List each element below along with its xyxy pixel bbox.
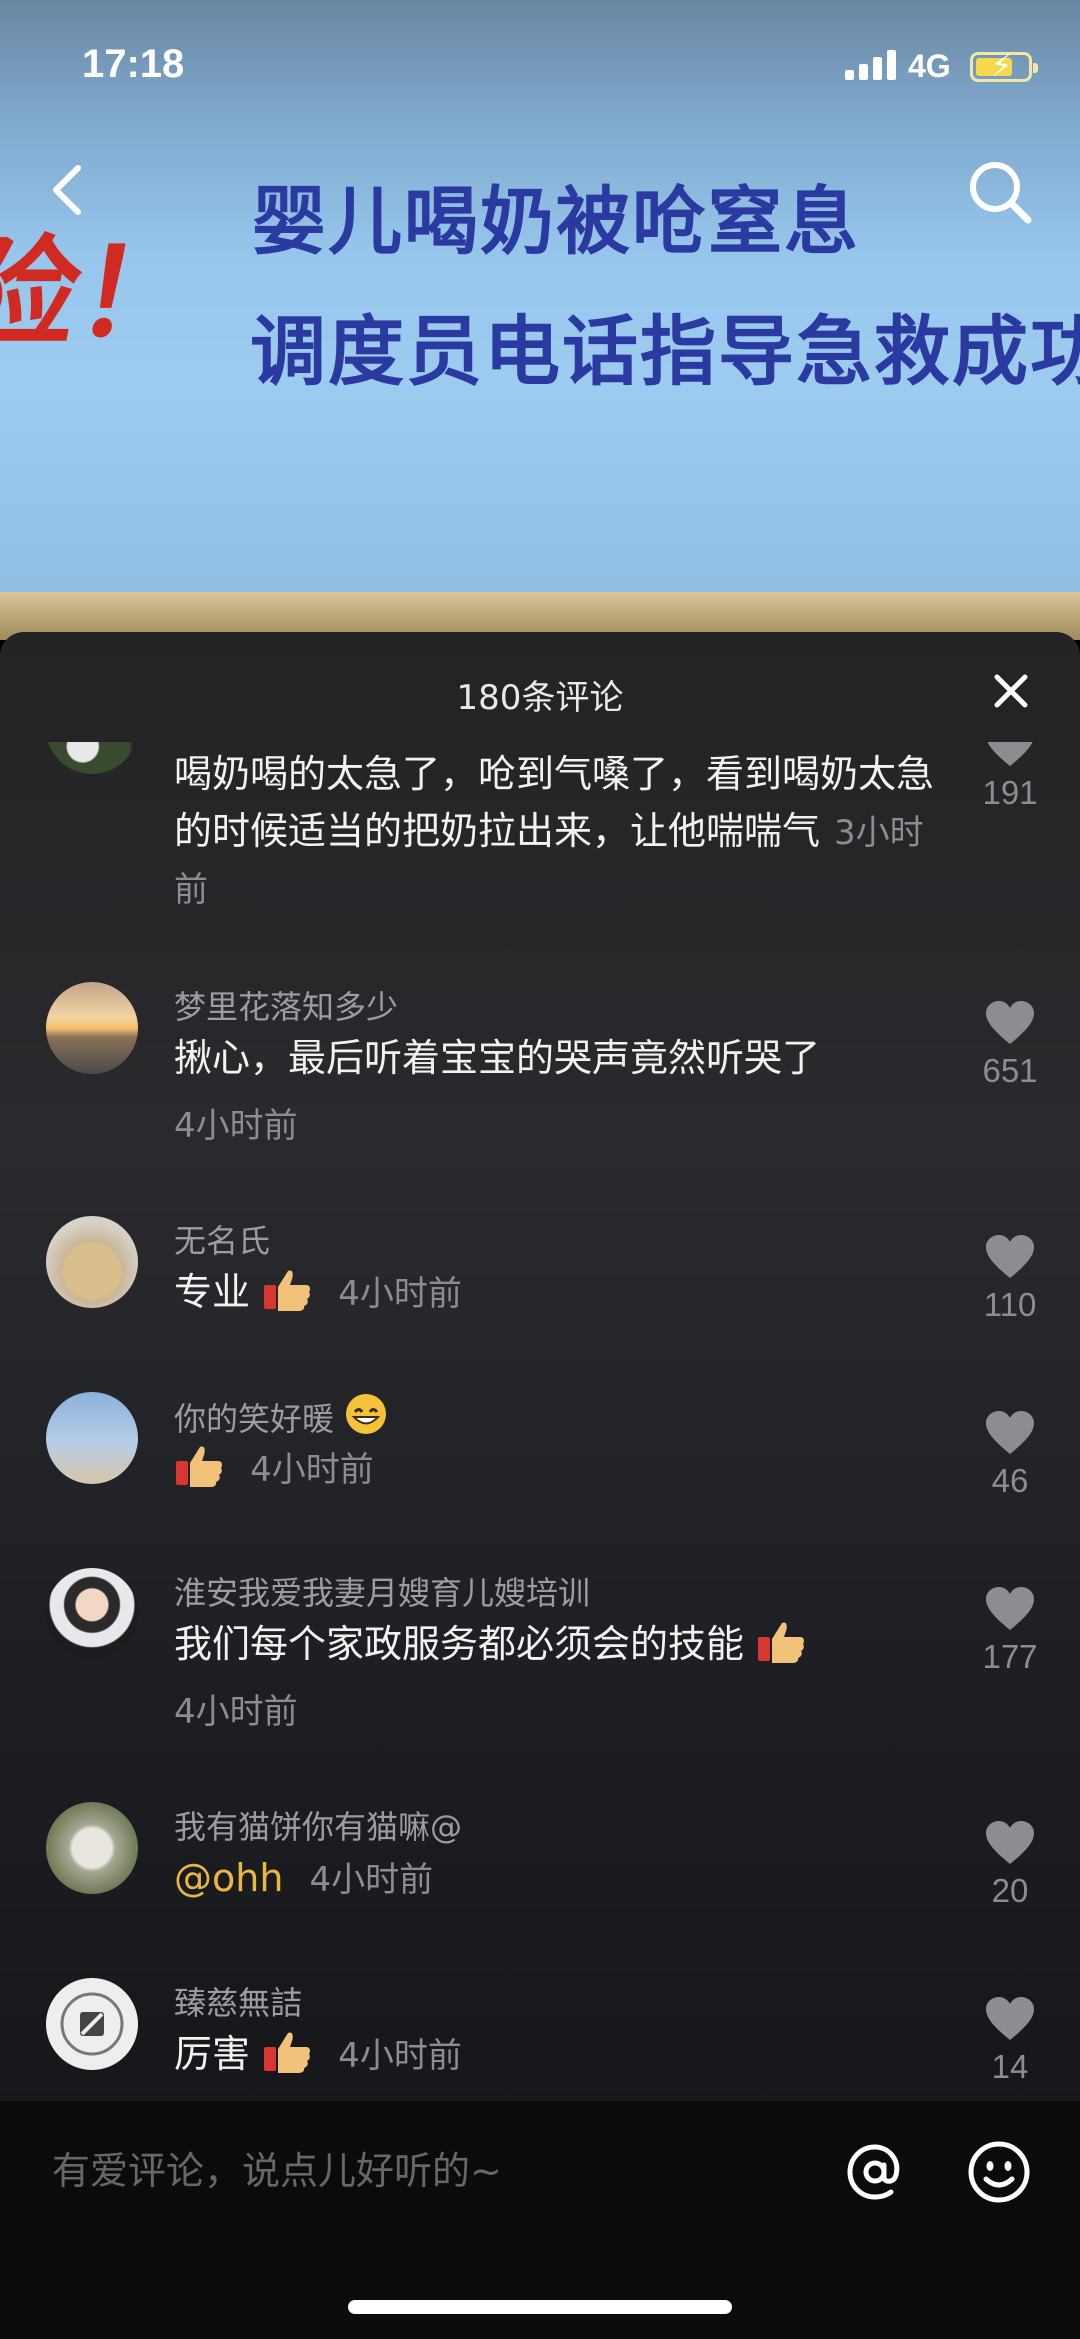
comment-text: 4小时前: [174, 1440, 934, 1497]
avatar-logo: [60, 1992, 124, 2056]
comment-panel: 180条评论 喝奶喝的太急了，呛到气嗓了，看到喝奶太急的时候适当的把奶拉出来，让…: [0, 632, 1080, 2339]
chevron-left-icon: [53, 165, 81, 215]
comment-username-text: 你的笑好暖: [174, 1400, 335, 1438]
like-button[interactable]: 46: [978, 1410, 1042, 1500]
back-button[interactable]: [40, 158, 96, 222]
comment-item: 梦里花落知多少 揪心，最后听着宝宝的哭声竟然听哭了 4小时前 651: [0, 982, 1080, 1146]
comment-username[interactable]: 梦里花落知多少: [174, 982, 398, 1028]
mention-link[interactable]: @ohh: [174, 1856, 283, 1900]
comment-input[interactable]: [52, 2141, 812, 2201]
thumbs-up-icon: [264, 2032, 311, 2073]
network-type: 4G: [908, 48, 951, 84]
like-button[interactable]: 651: [978, 1000, 1042, 1090]
avatar[interactable]: [46, 1978, 138, 2070]
thumbs-up-icon: [176, 1446, 222, 1487]
comment-item: 你的笑好暖 4小时前 46: [0, 1392, 1080, 1512]
heart-icon: [986, 1411, 1034, 1454]
thumbs-up-icon: [758, 1622, 805, 1663]
battery-icon: ⚡: [970, 49, 1038, 84]
like-button[interactable]: 177: [978, 1586, 1042, 1676]
status-bar: 17:18 4G ⚡: [0, 0, 1080, 130]
comment-body: 专业: [174, 1270, 251, 1314]
comment-body: 厉害: [174, 2032, 251, 2076]
comment-text: 厉害 4小时前: [174, 2026, 934, 2083]
smiley-icon: [968, 2141, 1030, 2203]
comment-list[interactable]: 喝奶喝的太急了，呛到气嗓了，看到喝奶太急的时候适当的把奶拉出来，让他喘喘气 3小时…: [0, 742, 1080, 2102]
like-count: 46: [991, 1462, 1029, 1499]
like-button[interactable]: 191: [978, 742, 1042, 812]
grinning-emoji-icon: [346, 1394, 387, 1434]
comment-body: 喝奶喝的太急了，呛到气嗓了，看到喝奶太急的时候适当的把奶拉出来，让他喘喘气: [174, 752, 935, 853]
video-red-text: 险！: [0, 225, 211, 364]
thumbs-up-icon: [264, 1270, 311, 1311]
comment-time: 4小时前: [338, 2036, 462, 2076]
avatar[interactable]: [46, 1216, 138, 1308]
comment-item: 喝奶喝的太急了，呛到气嗓了，看到喝奶太急的时候适当的把奶拉出来，让他喘喘气 3小时…: [0, 742, 1080, 910]
like-count: 20: [991, 1872, 1029, 1909]
like-count: 110: [983, 1286, 1037, 1323]
heart-icon: [986, 1821, 1034, 1864]
video-headline-line2: 调度员电话指导急救成功: [250, 307, 1080, 396]
comment-time: 4小时前: [174, 1692, 298, 1732]
comment-item: 我有猫饼你有猫嘛@ @ohh 4小时前 20: [0, 1802, 1080, 1922]
comment-item: 淮安我爱我妻月嫂育儿嫂培训 我们每个家政服务都必须会的技能 4小时前 177: [0, 1568, 1080, 1732]
like-button[interactable]: 110: [978, 1234, 1042, 1324]
heart-icon: [986, 1997, 1034, 2040]
home-indicator[interactable]: [348, 2300, 732, 2314]
comment-text: 我们每个家政服务都必须会的技能: [174, 1616, 934, 1673]
comment-username[interactable]: 你的笑好暖: [174, 1392, 388, 1440]
close-button[interactable]: [988, 668, 1034, 714]
comment-username[interactable]: 臻慈無詰: [174, 1978, 302, 2024]
video-headline-line1: 婴儿喝奶被呛窒息: [252, 179, 860, 265]
comment-time: 4小时前: [309, 1860, 434, 1900]
search-button[interactable]: [966, 158, 1036, 228]
search-icon: [970, 162, 1032, 224]
heart-icon: [986, 1235, 1034, 1278]
comment-text: 专业 4小时前: [174, 1264, 934, 1321]
comment-time: 4小时前: [338, 1274, 462, 1314]
like-count: 177: [982, 1638, 1038, 1675]
comment-time: 4小时前: [250, 1450, 374, 1490]
heart-icon: [986, 1001, 1034, 1044]
like-button[interactable]: 20: [978, 1820, 1042, 1910]
comment-text: 揪心，最后听着宝宝的哭声竟然听哭了: [174, 1030, 934, 1087]
like-button[interactable]: 14: [978, 1996, 1042, 2086]
heart-icon: [986, 1587, 1034, 1630]
comment-item: 臻慈無詰 厉害 4小时前 14: [0, 1978, 1080, 2102]
comment-body: 我们每个家政服务都必须会的技能: [174, 1622, 745, 1666]
emoji-button[interactable]: [966, 2139, 1032, 2205]
comment-count-title: 180条评论: [456, 678, 624, 718]
heart-icon: [984, 742, 1036, 768]
comment-text: @ohh 4小时前: [174, 1850, 934, 1907]
avatar[interactable]: [46, 1802, 138, 1894]
comment-text: 喝奶喝的太急了，呛到气嗓了，看到喝奶太急的时候适当的把奶拉出来，让他喘喘气 3小时…: [174, 746, 934, 917]
avatar[interactable]: [46, 982, 138, 1074]
comment-time: 4小时前: [174, 1106, 298, 1146]
avatar[interactable]: [46, 742, 138, 774]
like-count: 191: [982, 774, 1038, 811]
comment-panel-header: 180条评论: [0, 632, 1080, 742]
close-icon: [994, 674, 1028, 708]
like-count: 14: [991, 2048, 1029, 2085]
comment-username[interactable]: 无名氏: [174, 1216, 270, 1262]
status-time: 17:18: [82, 42, 185, 86]
avatar[interactable]: [46, 1568, 138, 1660]
comment-username[interactable]: 淮安我爱我妻月嫂育儿嫂培训: [174, 1568, 590, 1614]
mention-button[interactable]: [842, 2139, 908, 2205]
comment-body: 揪心，最后听着宝宝的哭声竟然听哭了: [174, 1036, 821, 1080]
signal-icon: [845, 50, 897, 80]
comment-username[interactable]: 我有猫饼你有猫嘛@: [174, 1802, 462, 1848]
avatar[interactable]: [46, 1392, 138, 1484]
like-count: 651: [982, 1052, 1038, 1089]
comment-item: 无名氏 专业 4小时前 110: [0, 1216, 1080, 1336]
at-icon: [847, 2144, 900, 2200]
